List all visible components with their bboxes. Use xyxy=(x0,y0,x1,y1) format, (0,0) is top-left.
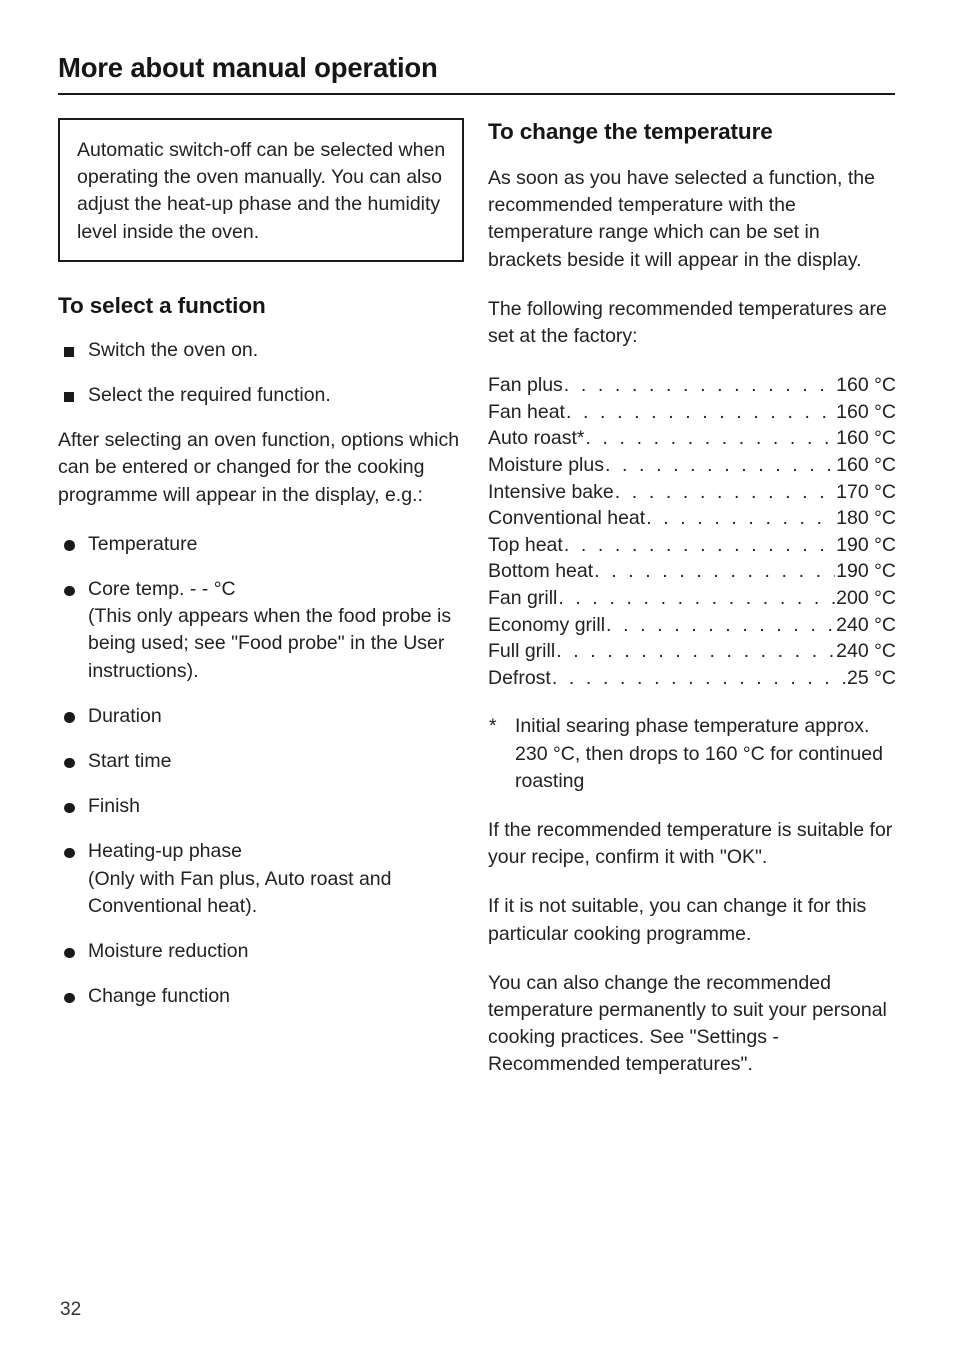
temperature-value: 240 °C xyxy=(836,613,896,636)
option-label: Start time xyxy=(88,750,172,773)
table-row: Moisture plus 160 °C xyxy=(488,452,896,479)
table-row: Economy grill 240 °C xyxy=(488,612,896,639)
note-box: Automatic switch-off can be selected whe… xyxy=(58,118,464,262)
table-row: Fan heat 160 °C xyxy=(488,399,896,426)
temperature-value: 190 °C xyxy=(836,533,896,556)
temperature-name: Bottom heat xyxy=(488,560,594,583)
steps-list: Switch the oven on. Select the required … xyxy=(58,337,464,409)
temperature-name: Fan plus xyxy=(488,374,563,397)
option-label: Change function xyxy=(88,985,231,1008)
option-label: Finish xyxy=(88,795,141,818)
list-item: Duration xyxy=(58,703,464,730)
recommended-temperatures-table: Fan plus 160 °C Fan heat 160 °C Auto roa… xyxy=(488,372,896,691)
temperature-value: 200 °C xyxy=(836,586,896,609)
table-row: Bottom heat 190 °C xyxy=(488,558,896,585)
temperature-value: 240 °C xyxy=(836,640,896,663)
list-item: Start time xyxy=(58,748,464,775)
table-row: Conventional heat 180 °C xyxy=(488,505,896,532)
factory-paragraph: The following recommended temperatures a… xyxy=(488,297,887,348)
list-item: Core temp. - - °C (This only appears whe… xyxy=(58,576,464,685)
dot-leader xyxy=(615,479,835,506)
temperature-name: Top heat xyxy=(488,533,563,556)
permanent-change-paragraph: You can also change the recommended temp… xyxy=(488,971,887,1076)
footnote: * Initial searing phase temperature appr… xyxy=(488,713,896,795)
option-label: Core temp. - - °C xyxy=(88,578,236,601)
temperature-value: 180 °C xyxy=(836,507,896,530)
temperature-name: Fan heat xyxy=(488,400,565,423)
temperature-value: 190 °C xyxy=(836,560,896,583)
dot-leader xyxy=(646,505,835,532)
option-detail: (This only appears when the food probe i… xyxy=(88,605,452,682)
list-item: Select the required function. xyxy=(58,382,464,409)
temperature-name: Full grill xyxy=(488,640,556,663)
temperature-name: Intensive bake xyxy=(488,480,614,503)
page-header: More about manual operation xyxy=(58,52,895,95)
temperature-name: Conventional heat xyxy=(488,507,646,530)
temperature-name: Economy grill xyxy=(488,613,606,636)
dot-leader xyxy=(556,638,835,665)
left-column: Automatic switch-off can be selected whe… xyxy=(58,118,464,1028)
list-item: Moisture reduction xyxy=(58,938,464,965)
dot-leader xyxy=(564,532,835,559)
page-title: More about manual operation xyxy=(58,52,438,83)
select-function-paragraph: After selecting an oven function, option… xyxy=(58,429,460,506)
table-row: Full grill 240 °C xyxy=(488,638,896,665)
dot-leader xyxy=(606,612,835,639)
temperature-name: Auto roast* xyxy=(488,427,585,450)
temperature-value: 160 °C xyxy=(836,400,896,423)
step-label: Switch the oven on. xyxy=(88,338,259,361)
option-label: Duration xyxy=(88,704,162,727)
right-column: To change the temperature As soon as you… xyxy=(488,118,896,1079)
section-heading-change-temperature: To change the temperature xyxy=(488,119,773,144)
temperature-name: Moisture plus xyxy=(488,454,604,476)
temperature-name: Defrost xyxy=(488,666,551,689)
dot-leader xyxy=(566,399,835,426)
table-row: Intensive bake 170 °C xyxy=(488,479,896,506)
table-row: Auto roast* 160 °C xyxy=(488,425,896,452)
temperature-value: 160 °C xyxy=(836,374,896,397)
header-divider xyxy=(58,92,895,95)
list-item: Temperature xyxy=(58,531,464,558)
dot-leader xyxy=(564,372,835,399)
page-number: 32 xyxy=(60,1299,82,1320)
footnote-text: Initial searing phase temperature approx… xyxy=(515,715,883,792)
temperature-value: 170 °C xyxy=(836,480,896,503)
dot-leader xyxy=(552,665,846,692)
list-item: Finish xyxy=(58,793,464,820)
option-detail: (Only with Fan plus, Auto roast and Conv… xyxy=(88,867,392,917)
list-item: Heating-up phase (Only with Fan plus, Au… xyxy=(58,838,464,920)
dot-leader xyxy=(605,452,835,479)
list-item: Change function xyxy=(58,983,464,1010)
option-label: Heating-up phase xyxy=(88,840,242,863)
temperature-value: 160 °C xyxy=(836,454,896,476)
document-page: More about manual operation Automatic sw… xyxy=(0,0,954,1352)
temperature-name: Fan grill xyxy=(488,586,558,609)
options-list: Temperature Core temp. - - °C (This only… xyxy=(58,531,464,1011)
list-item: Switch the oven on. xyxy=(58,337,464,364)
step-label: Select the required function. xyxy=(88,384,331,407)
dot-leader xyxy=(585,425,835,452)
dot-leader xyxy=(558,585,835,612)
note-box-text: Automatic switch-off can be selected whe… xyxy=(77,139,446,243)
table-row: Top heat 190 °C xyxy=(488,532,896,559)
table-row: Defrost 25 °C xyxy=(488,665,896,692)
section-heading-select-function: To select a function xyxy=(58,292,266,318)
temperature-value: 160 °C xyxy=(836,427,896,450)
temperature-value: 25 °C xyxy=(847,666,896,689)
footnote-marker: * xyxy=(489,715,497,738)
table-row: Fan plus 160 °C xyxy=(488,372,896,399)
confirm-paragraph: If the recommended temperature is suitab… xyxy=(488,818,893,869)
option-label: Moisture reduction xyxy=(88,940,249,963)
dot-leader xyxy=(594,558,835,585)
intro-paragraph: As soon as you have selected a function,… xyxy=(488,167,876,271)
option-label: Temperature xyxy=(88,532,198,555)
table-row: Fan grill 200 °C xyxy=(488,585,896,612)
not-suitable-paragraph: If it is not suitable, you can change it… xyxy=(488,895,867,945)
